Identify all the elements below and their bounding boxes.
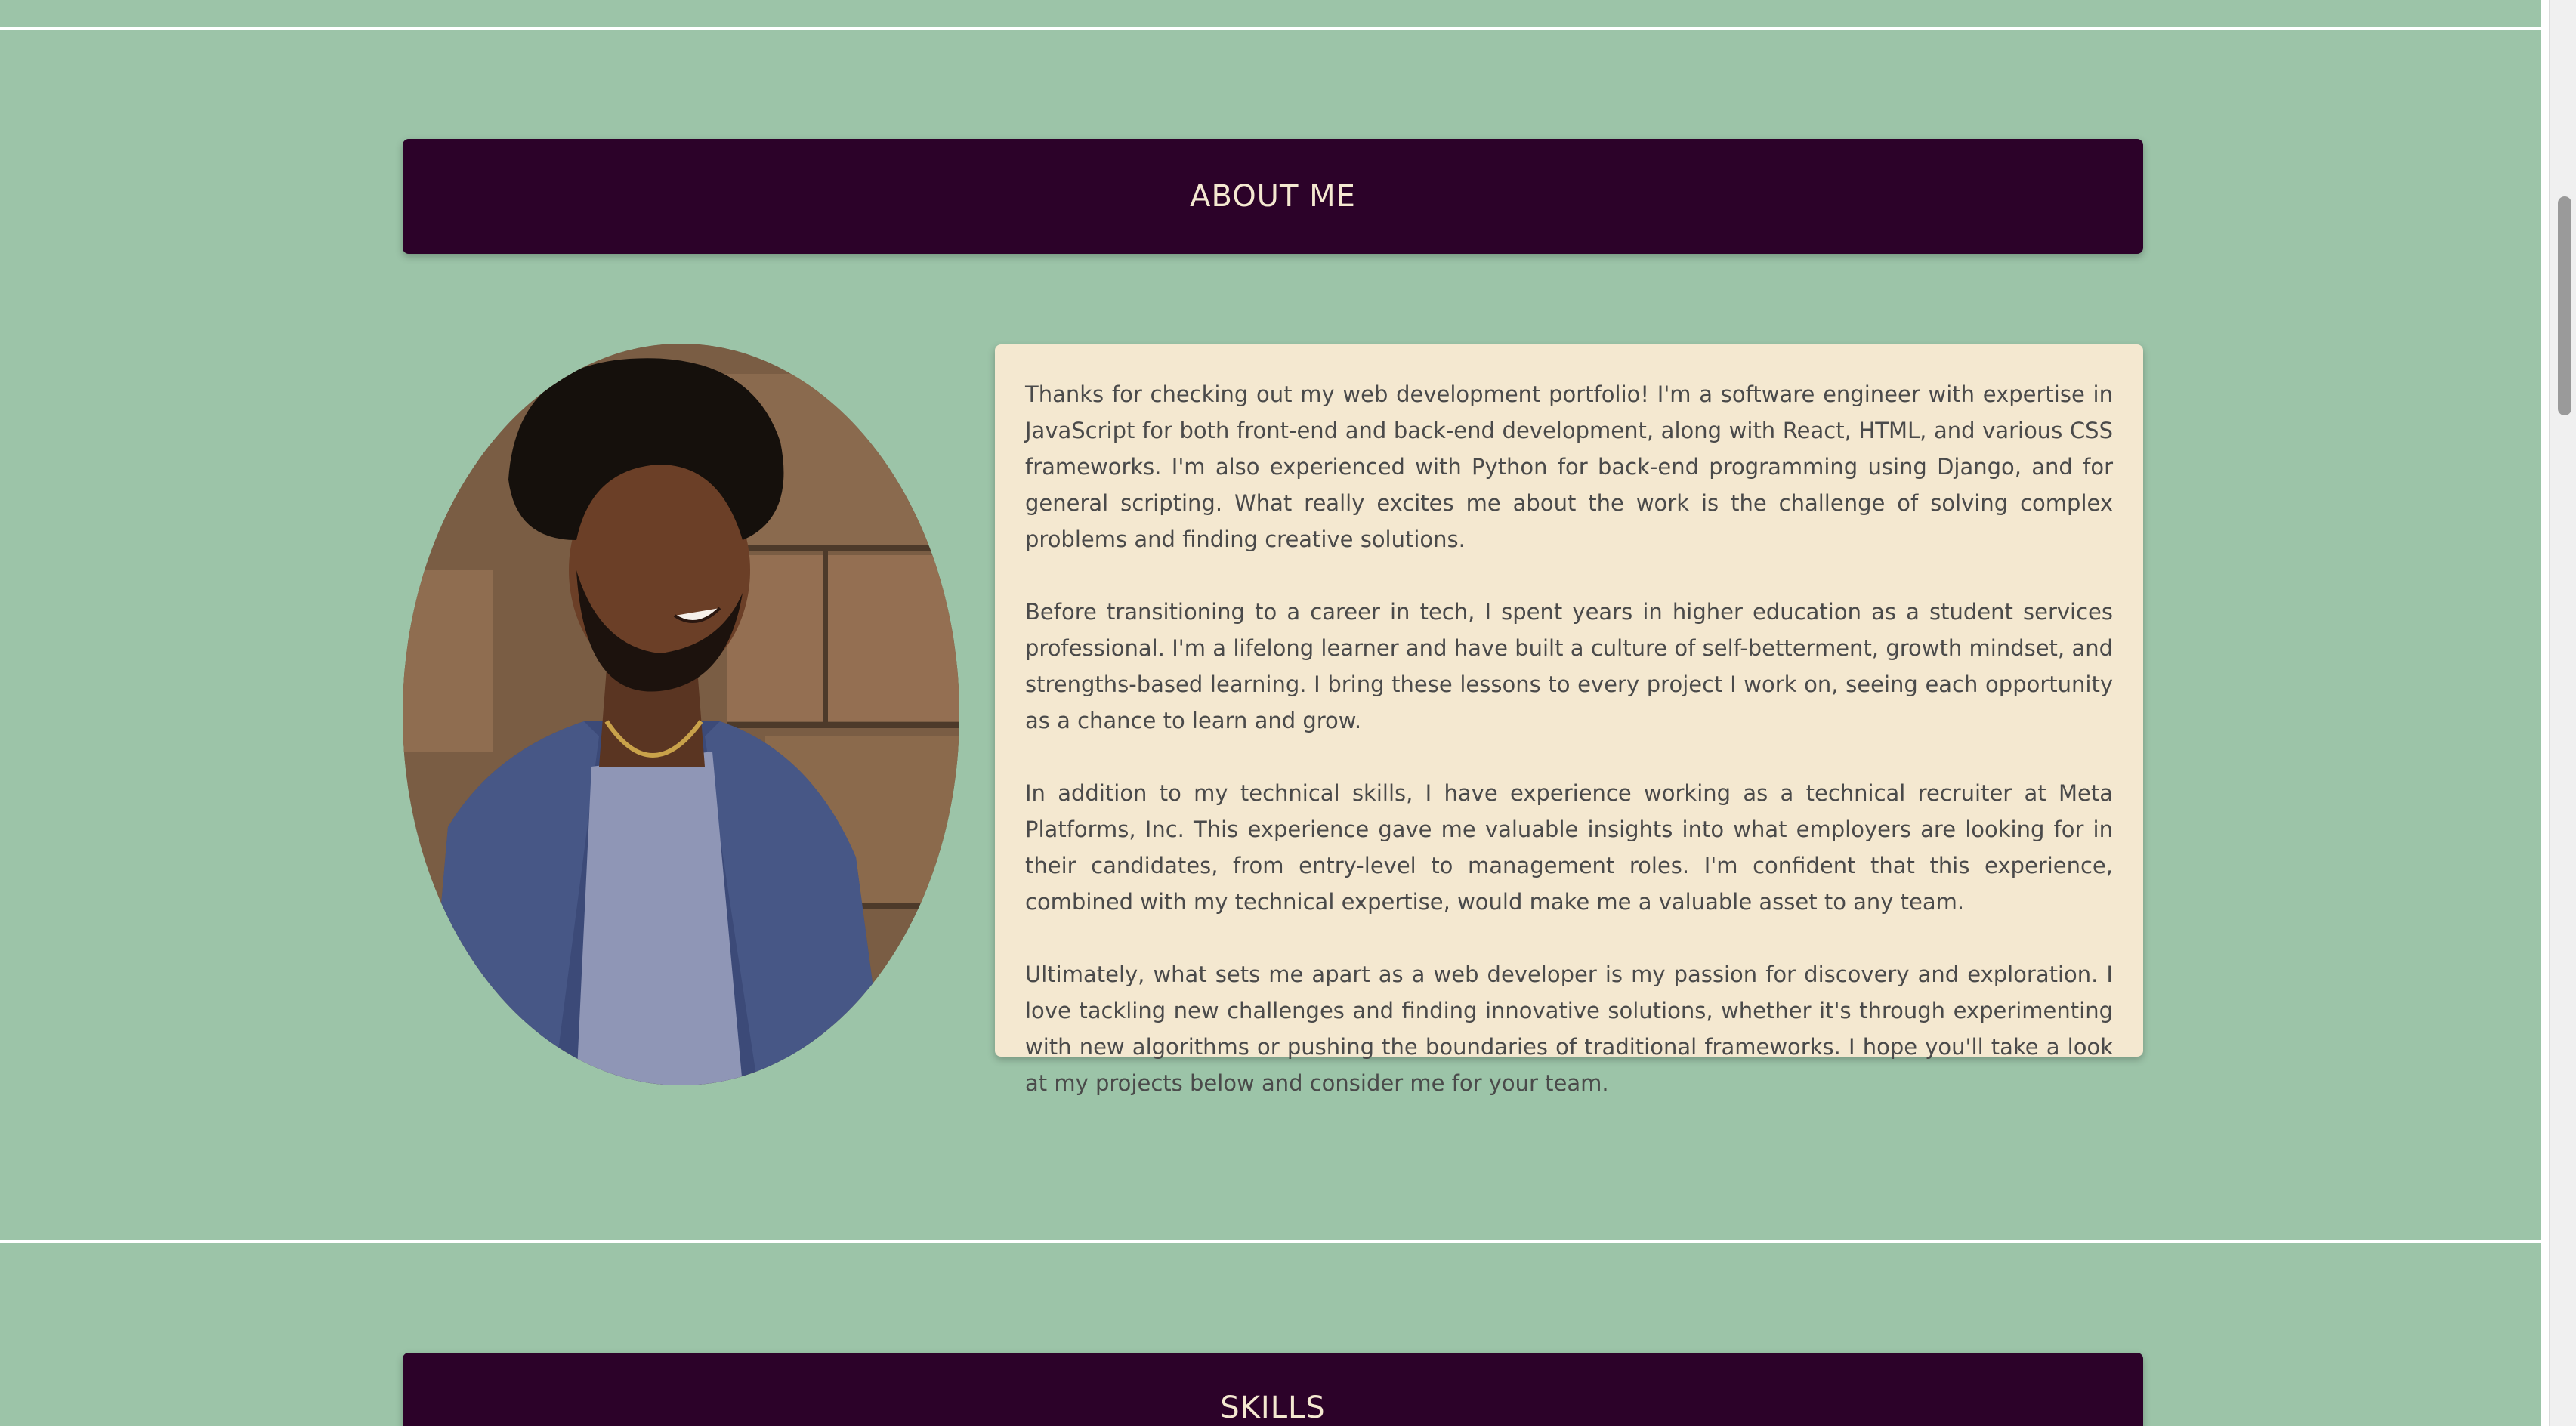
profile-photo — [403, 344, 959, 1085]
about-paragraph: Ultimately, what sets me apart as a web … — [1025, 961, 2113, 1096]
about-paragraph: Thanks for checking out my web developme… — [1025, 381, 2113, 552]
section-divider-top — [0, 27, 2549, 30]
skills-header: SKILLS — [403, 1353, 2143, 1426]
about-me-card: Thanks for checking out my web developme… — [995, 344, 2143, 1096]
about-me-title: ABOUT ME — [1190, 179, 1356, 214]
about-paragraph: In addition to my technical skills, I ha… — [1025, 780, 2113, 915]
scrollbar[interactable] — [2549, 0, 2576, 1426]
about-paragraph: Before transitioning to a career in tech… — [1025, 599, 2113, 733]
scrollbar-thumb[interactable] — [2558, 196, 2571, 415]
section-divider-middle — [0, 1240, 2549, 1243]
profile-photo-image — [403, 344, 959, 1085]
page-edge — [2541, 0, 2549, 1426]
about-me-header: ABOUT ME — [403, 139, 2143, 254]
skills-title: SKILLS — [1220, 1391, 1326, 1425]
portfolio-page: ABOUT ME Thanks for checking out my web … — [0, 0, 2576, 1426]
